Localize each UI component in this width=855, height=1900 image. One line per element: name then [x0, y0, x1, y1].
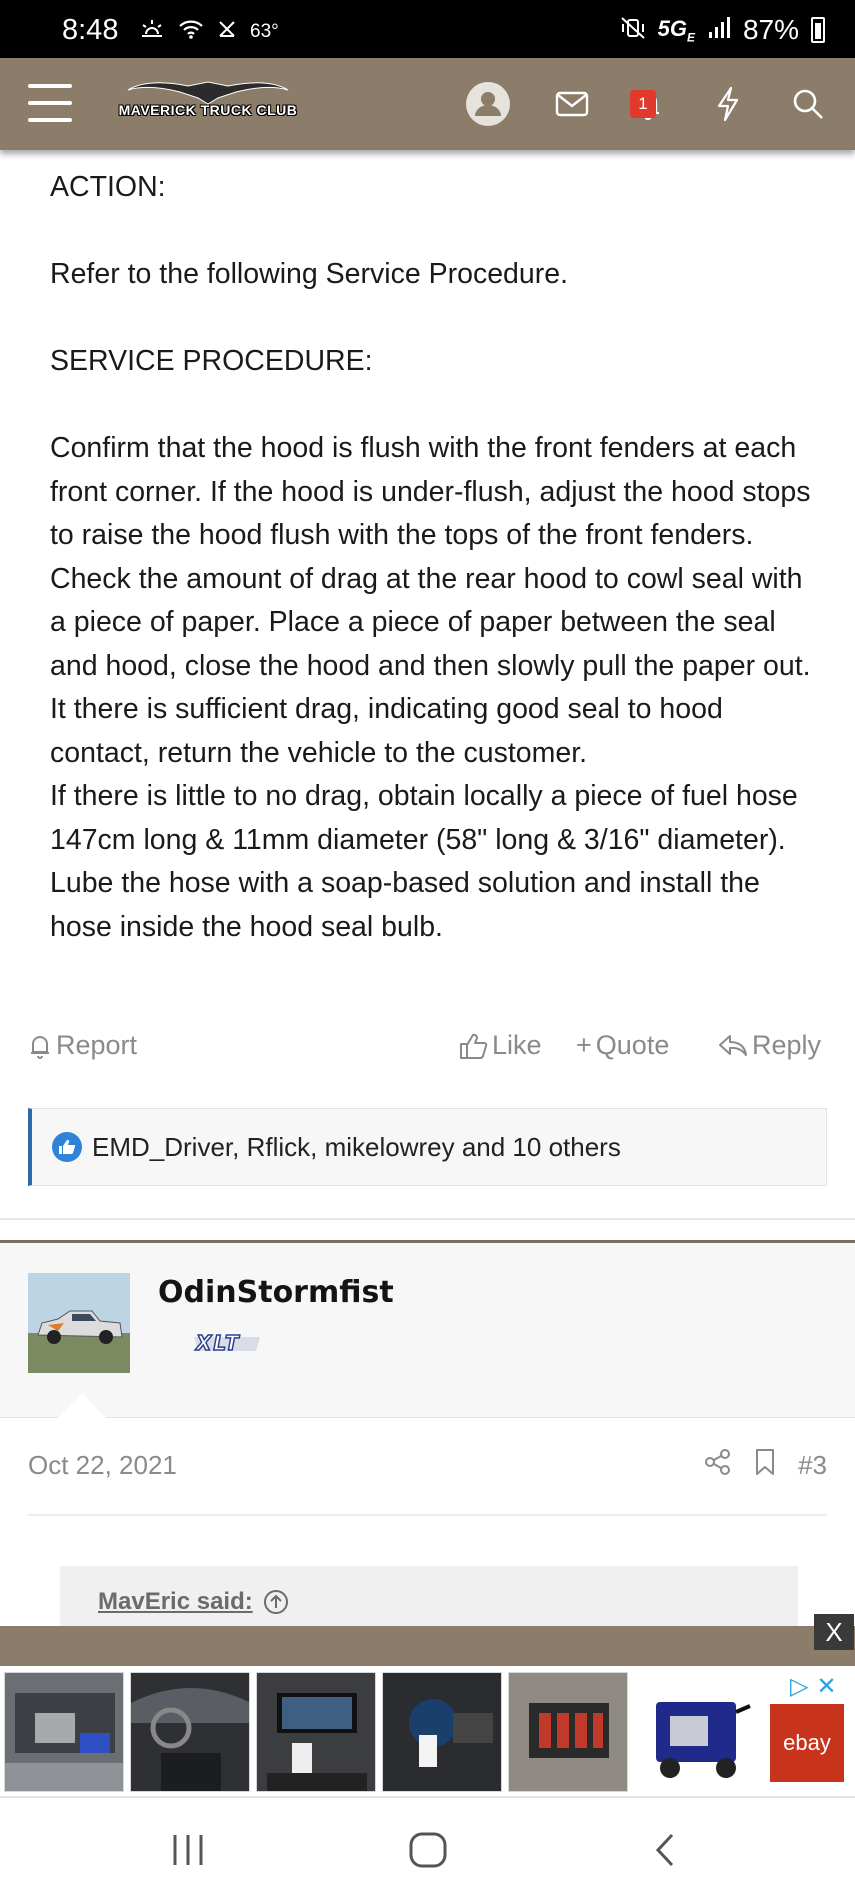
ad-thumbnail[interactable]	[508, 1672, 628, 1792]
reactions-text: EMD_Driver, Rflick, mikelowrey and 10 ot…	[92, 1131, 621, 1162]
system-nav-bar	[0, 1800, 855, 1900]
home-button[interactable]	[408, 1828, 448, 1872]
post-pointer	[58, 1393, 106, 1418]
report-button[interactable]: Report	[28, 1030, 137, 1061]
divider	[0, 1218, 855, 1220]
refer-line: Refer to the following Service Procedure…	[50, 258, 569, 290]
procedure-paragraph-2: If there is little to no drag, obtain lo…	[50, 780, 798, 943]
weather-icon	[138, 18, 166, 45]
quote-block: MavEric said:	[60, 1566, 798, 1626]
back-button[interactable]	[652, 1828, 678, 1872]
like-reaction-icon	[52, 1132, 82, 1162]
avatar-icon[interactable]	[466, 82, 510, 126]
bookmark-icon[interactable]	[754, 1448, 776, 1483]
site-logo[interactable]: MAVERICK TRUCK CLUB	[118, 76, 308, 132]
post-number[interactable]: #3	[798, 1450, 827, 1481]
share-icon[interactable]	[704, 1448, 732, 1483]
status-bar: 8:48 63° 5GE 87%	[0, 0, 855, 58]
ad-thumbnail[interactable]	[130, 1672, 250, 1792]
menu-icon[interactable]	[28, 84, 72, 122]
ad-thumbnail[interactable]	[636, 1672, 756, 1792]
clock: 8:48	[62, 14, 119, 46]
reply-button[interactable]: Reply	[718, 1030, 821, 1061]
procedure-heading: SERVICE PROCEDURE:	[50, 345, 373, 377]
post-date[interactable]: Oct 22, 2021	[28, 1450, 177, 1481]
ebay-logo[interactable]: ebay	[770, 1704, 844, 1782]
post-actions: Report Like + Quote Reply	[28, 1030, 828, 1074]
ad-bar	[0, 1626, 855, 1666]
lightning-icon[interactable]	[706, 82, 750, 126]
reply-icon	[719, 1034, 747, 1056]
bell-outline-icon	[31, 1035, 49, 1059]
post-meta-controls: #3	[704, 1448, 827, 1483]
truck-image	[28, 1273, 130, 1373]
quote-button[interactable]: + Quote	[576, 1030, 669, 1061]
ad-thumbnail[interactable]	[4, 1672, 124, 1792]
action-heading: ACTION:	[50, 171, 166, 203]
network-type: 5GE	[657, 15, 695, 45]
post-body: ACTION: Refer to the following Service P…	[50, 166, 820, 949]
battery-percent: 87%	[742, 14, 799, 45]
ad-choices-icon[interactable]: ▷	[790, 1672, 808, 1701]
ad-dismiss-icon[interactable]: ✕	[816, 1672, 836, 1701]
ad-choices[interactable]: ▷ ✕	[790, 1672, 837, 1701]
ad-thumbnail[interactable]	[382, 1672, 502, 1792]
search-icon[interactable]	[786, 82, 830, 126]
reactions-bar[interactable]: EMD_Driver, Rflick, mikelowrey and 10 ot…	[28, 1108, 827, 1186]
user-avatar[interactable]	[28, 1273, 130, 1373]
antenna-icon	[216, 18, 238, 45]
ad-banner[interactable]: ▷ ✕ ebay	[0, 1666, 855, 1798]
divider	[28, 1514, 827, 1516]
thumbs-up-icon	[460, 1033, 488, 1059]
arrow-up-circle-icon[interactable]	[263, 1589, 289, 1615]
signal-icon	[707, 16, 731, 44]
like-button[interactable]: Like	[458, 1030, 542, 1061]
plus-icon: +	[576, 1030, 592, 1060]
temperature: 63°	[250, 20, 279, 42]
ad-thumbnail[interactable]	[256, 1672, 376, 1792]
username[interactable]: OdinStormfist	[158, 1275, 394, 1310]
rank-badge: XLT	[190, 1330, 264, 1357]
mute-vibrate-icon	[620, 16, 646, 44]
quote-author-link[interactable]: MavEric said:	[98, 1588, 289, 1616]
procedure-paragraph-1: Confirm that the hood is flush with the …	[50, 432, 811, 769]
site-header: MAVERICK TRUCK CLUB 1	[0, 58, 855, 150]
post-user-header: OdinStormfist XLT	[0, 1243, 855, 1418]
battery-icon	[811, 17, 825, 43]
wifi-icon	[178, 18, 204, 45]
alert-count-badge[interactable]: 1	[630, 90, 656, 118]
mail-icon[interactable]	[550, 82, 594, 126]
ad-close-button[interactable]: X	[814, 1614, 854, 1650]
recent-apps-button[interactable]	[170, 1828, 206, 1872]
